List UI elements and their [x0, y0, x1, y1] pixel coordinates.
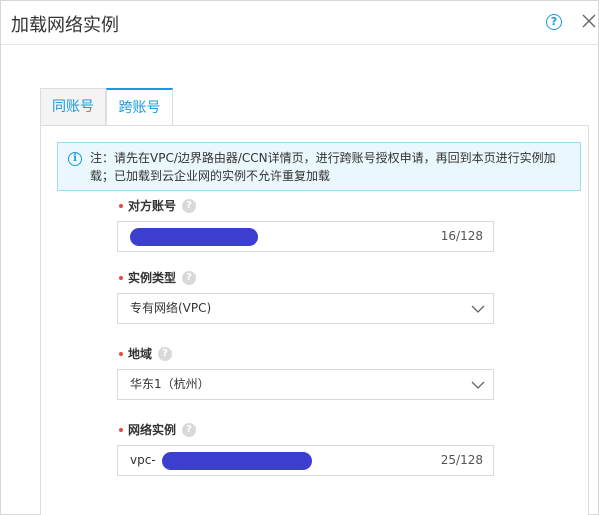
region-select[interactable]: 华东1（杭州） [117, 369, 494, 400]
dialog-title: 加载网络实例 [11, 15, 119, 36]
question-icon[interactable]: ? [182, 422, 197, 437]
region-label: 地域? [119, 345, 173, 363]
redacted-account-id [130, 228, 258, 246]
cross-account-panel: i 注：请先在VPC/边界路由器/CCN详情页，进行跨账号授权申请，再回到本页进… [40, 125, 589, 515]
instance-type-label: 实例类型? [119, 269, 197, 287]
notice-banner: i 注：请先在VPC/边界路由器/CCN详情页，进行跨账号授权申请，再回到本页进… [57, 142, 581, 191]
instance-type-selected: 专有网络(VPC) [130, 301, 212, 315]
help-icon[interactable]: ? [546, 14, 562, 30]
info-icon: i [68, 152, 82, 166]
network-instance-value: vpc- [130, 453, 156, 467]
tab-cross-account[interactable]: 跨账号 [106, 88, 173, 126]
close-icon[interactable] [581, 13, 597, 29]
network-instance-input[interactable]: vpc- 25/128 [117, 445, 494, 476]
question-icon[interactable]: ? [182, 198, 197, 213]
region-selected: 华东1（杭州） [130, 377, 210, 391]
peer-account-input[interactable]: 16/128 [117, 221, 494, 252]
network-instance-label: 网络实例? [119, 421, 197, 439]
question-icon[interactable]: ? [182, 270, 197, 285]
peer-account-label: 对方账号? [119, 197, 197, 215]
peer-account-counter: 16/128 [440, 229, 483, 243]
load-network-instance-dialog: 加载网络实例 ? 同账号 跨账号 i 注：请先在VPC/边界路由器/CCN详情页… [0, 0, 599, 515]
notice-text: 注：请先在VPC/边界路由器/CCN详情页，进行跨账号授权申请，再回到本页进行实… [90, 151, 556, 183]
required-marker [119, 203, 123, 208]
chevron-down-icon [471, 305, 485, 313]
question-icon[interactable]: ? [158, 346, 173, 361]
required-marker [119, 351, 123, 356]
chevron-down-icon [471, 381, 485, 389]
network-instance-counter: 25/128 [440, 453, 483, 467]
tab-same-account[interactable]: 同账号 [40, 88, 106, 126]
dialog-header: 加载网络实例 ? [1, 1, 598, 45]
redacted-instance-id [162, 452, 312, 470]
instance-type-select[interactable]: 专有网络(VPC) [117, 293, 494, 324]
required-marker [119, 275, 123, 280]
required-marker [119, 427, 123, 432]
